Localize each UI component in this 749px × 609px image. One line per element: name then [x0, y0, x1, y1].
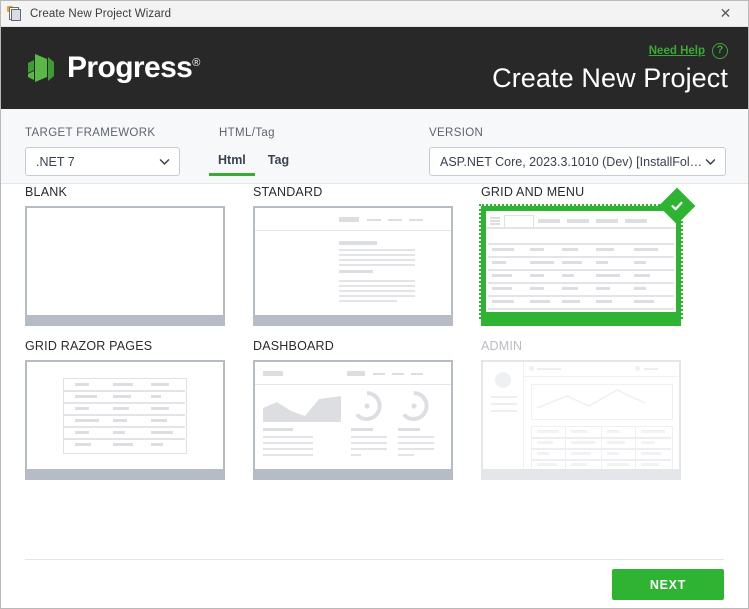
template-thumbnail	[253, 360, 453, 471]
template-grid: BLANK STANDARD GRID AND MENU GRID RAZOR …	[1, 185, 748, 480]
target-framework-select[interactable]: .NET 7	[25, 147, 180, 176]
wizard-document-icon	[7, 5, 23, 22]
options-toolbar: TARGET FRAMEWORK .NET 7 HTML/Tag Html Ta…	[1, 109, 748, 184]
template-thumbnail	[25, 360, 225, 471]
donut-chart-glyph	[355, 391, 382, 421]
template-card-grid-razor-pages[interactable]: GRID RAZOR PAGES	[25, 339, 225, 480]
brand: Progress®	[23, 50, 200, 86]
html-tag-label: HTML/Tag	[219, 127, 275, 139]
window-titlebar: Create New Project Wizard ✕	[1, 1, 748, 27]
donut-chart-glyph	[402, 391, 429, 421]
chevron-down-icon	[705, 159, 716, 165]
template-thumbnail-footer	[25, 471, 225, 480]
brand-name-text: Progress	[67, 51, 193, 84]
app-header: Progress® Need Help ? Create New Project	[1, 27, 748, 109]
version-value: ASP.NET Core, 2023.3.1010 (Dev) [Install…	[440, 154, 704, 169]
version-label: VERSION	[429, 127, 484, 139]
footer-divider	[25, 559, 724, 560]
template-thumbnail	[479, 204, 683, 319]
template-thumbnail-footer	[253, 471, 453, 480]
need-help-link[interactable]: Need Help	[649, 45, 705, 57]
area-chart-glyph	[263, 396, 341, 422]
create-new-project-wizard-window: Create New Project Wizard ✕ Progress® Ne…	[0, 0, 749, 609]
template-card-blank[interactable]: BLANK	[25, 185, 225, 326]
progress-logo-icon	[28, 54, 54, 82]
template-label: STANDARD	[253, 185, 323, 199]
template-card-grid-and-menu[interactable]: GRID AND MENU	[479, 185, 696, 326]
close-icon[interactable]: ✕	[703, 1, 748, 26]
template-thumbnail-footer	[481, 317, 681, 326]
template-thumbnail-footer	[253, 317, 453, 326]
template-thumbnail	[481, 360, 681, 471]
header-right: Need Help ? Create New Project	[492, 42, 728, 94]
tab-tag[interactable]: Tag	[259, 151, 298, 176]
target-framework-label: TARGET FRAMEWORK	[25, 127, 156, 139]
template-label: GRID RAZOR PAGES	[25, 339, 153, 353]
window-title: Create New Project Wizard	[30, 7, 172, 20]
page-title: Create New Project	[492, 62, 728, 93]
template-card-standard[interactable]: STANDARD	[253, 185, 453, 326]
help-circle-icon[interactable]: ?	[712, 42, 728, 59]
template-card-admin[interactable]: ADMIN	[481, 339, 681, 480]
version-select[interactable]: ASP.NET Core, 2023.3.1010 (Dev) [Install…	[429, 147, 726, 176]
template-label: ADMIN	[481, 339, 523, 353]
template-card-dashboard[interactable]: DASHBOARD	[253, 339, 453, 480]
chevron-down-icon	[159, 159, 170, 165]
template-thumbnail-footer	[25, 317, 225, 326]
tab-html[interactable]: Html	[209, 151, 255, 176]
need-help-row: Need Help ?	[492, 42, 728, 59]
template-thumbnail-footer	[481, 471, 681, 480]
next-button[interactable]: NEXT	[612, 569, 724, 600]
template-label: DASHBOARD	[253, 339, 334, 353]
html-tag-tabs: Html Tag	[209, 151, 298, 176]
target-framework-value: .NET 7	[36, 154, 75, 169]
template-label: BLANK	[25, 185, 67, 199]
brand-name: Progress®	[67, 51, 200, 85]
line-chart-glyph	[536, 389, 646, 409]
template-thumbnail	[253, 206, 453, 317]
template-label: GRID AND MENU	[481, 185, 585, 199]
brand-registered-mark: ®	[192, 57, 200, 69]
check-icon	[671, 201, 683, 211]
template-thumbnail	[25, 206, 225, 317]
